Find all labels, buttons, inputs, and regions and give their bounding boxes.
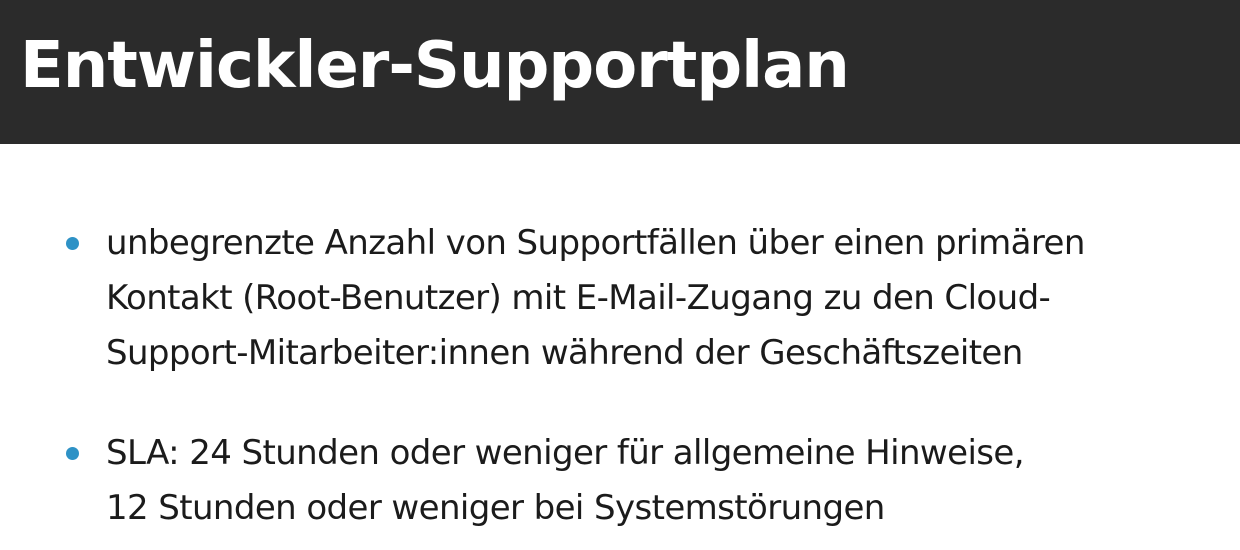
title-bar: Entwickler-Supportplan [0, 0, 1240, 144]
slide-title: Entwickler-Supportplan [20, 29, 850, 103]
bullet-line: SLA: 24 Stunden oder weniger für allgeme… [106, 433, 1025, 473]
bullet-line: Kontakt (Root-Benutzer) mit E-Mail-Zugan… [106, 278, 1051, 318]
bullet-line: unbegrenzte Anzahl von Supportfällen übe… [106, 223, 1085, 263]
bullet-item: SLA: 24 Stunden oder weniger für allgeme… [66, 426, 1226, 536]
bullet-dot-icon [66, 447, 79, 460]
bullet-line: 12 Stunden oder weniger bei Systemstörun… [106, 488, 885, 528]
slide: Entwickler-Supportplan unbegrenzte Anzah… [0, 0, 1240, 550]
bullet-line: Support-Mitarbeiter:innen während der Ge… [106, 333, 1023, 373]
bullet-dot-icon [66, 237, 79, 250]
bullet-item: unbegrenzte Anzahl von Supportfällen übe… [66, 216, 1226, 381]
